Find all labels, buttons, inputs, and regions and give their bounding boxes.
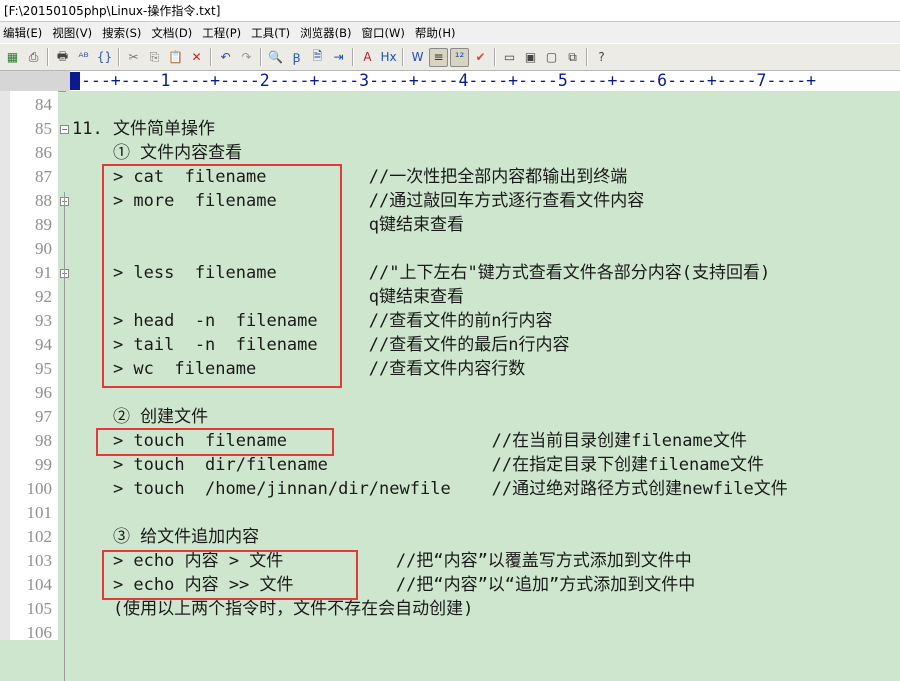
- line-number: 88: [35, 191, 52, 210]
- word-wrap-icon[interactable]: W: [408, 48, 427, 67]
- line-number: 101: [26, 503, 53, 522]
- toolbar-separator: [260, 48, 262, 66]
- window-title: [F:\20150105php\Linux-操作指令.txt]: [0, 0, 900, 22]
- print-icon[interactable]: ⎙: [24, 48, 43, 67]
- line-number: 100: [26, 479, 53, 498]
- cut-icon[interactable]: ✂: [124, 48, 143, 67]
- code-line: (使用以上两个指令时，文件不存在会自动创建): [72, 599, 474, 619]
- toolbar-separator: [47, 48, 49, 66]
- goto-icon[interactable]: ⇥: [329, 48, 348, 67]
- replace-icon[interactable]: Ꞵ: [287, 48, 306, 67]
- font-icon[interactable]: A: [358, 48, 377, 67]
- paste-icon[interactable]: 📋: [166, 48, 185, 67]
- line-number: 95: [35, 359, 52, 378]
- line-number: 84: [35, 95, 52, 114]
- line-number: 87: [35, 167, 52, 186]
- line-number: 106: [26, 623, 53, 642]
- line-number: 94: [35, 335, 52, 354]
- find-in-files-icon[interactable]: 🗎: [308, 48, 327, 67]
- print-preview-icon[interactable]: 🖶: [53, 48, 72, 67]
- line-number: 105: [26, 599, 53, 618]
- toolbar-separator: [402, 48, 404, 66]
- view-icon[interactable]: ▭: [500, 48, 519, 67]
- column-ruler: ---+----1----+----2----+----3----+----4-…: [0, 71, 900, 92]
- cascade-icon[interactable]: ▢: [542, 48, 561, 67]
- menu-item[interactable]: 浏览器(B): [297, 25, 358, 41]
- new-file-icon[interactable]: ▦: [3, 48, 22, 67]
- spell-check-icon[interactable]: ᴬᴮ: [74, 48, 93, 67]
- toolbar-separator: [210, 48, 212, 66]
- ruler-marks: ---+----1----+----2----+----3----+----4-…: [81, 71, 817, 90]
- bracket-match-icon[interactable]: {}: [95, 48, 114, 67]
- find-icon[interactable]: 🔍: [266, 48, 285, 67]
- line-number: 97: [35, 407, 52, 426]
- help-pointer-icon[interactable]: ?: [592, 48, 611, 67]
- window-list-icon[interactable]: ⧉: [563, 48, 582, 67]
- redo-icon[interactable]: ↷: [237, 48, 256, 67]
- fold-guide: [64, 192, 65, 681]
- line-number: 103: [26, 551, 53, 570]
- line-number: 92: [35, 287, 52, 306]
- menu-item[interactable]: 文档(D): [148, 25, 199, 41]
- menu-item[interactable]: 帮助(H): [412, 25, 463, 41]
- menu-item[interactable]: 搜索(S): [99, 25, 148, 41]
- toolbar-separator: [494, 48, 496, 66]
- toolbar-separator: [118, 48, 120, 66]
- menu-item[interactable]: 工程(P): [199, 25, 248, 41]
- menu-bar: 编辑(E) 视图(V) 搜索(S) 文档(D) 工程(P) 工具(T) 浏览器(B) 窗口(W…: [0, 22, 900, 43]
- line-number: 90: [35, 239, 52, 258]
- line-number: 89: [35, 215, 52, 234]
- code-line: > touch /home/jinnan/dir/newfile //通过绝对路…: [72, 479, 788, 499]
- highlight-box: [96, 428, 334, 456]
- code-line: ② 创建文件: [72, 407, 209, 427]
- line-number: 86: [35, 143, 52, 162]
- menu-item[interactable]: 工具(T): [248, 25, 297, 41]
- line-number: 96: [35, 383, 52, 402]
- fold-toggle-icon[interactable]: −: [60, 125, 69, 134]
- menu-item[interactable]: 窗口(W): [359, 25, 412, 41]
- highlight-box: [102, 550, 358, 600]
- highlight-box: [102, 164, 342, 388]
- ruler-toggle-icon[interactable]: ¹²: [450, 47, 469, 67]
- line-number: 85: [35, 119, 52, 138]
- code-line: ③ 给文件追加内容: [72, 527, 260, 547]
- line-number: 102: [26, 527, 53, 546]
- hex-icon[interactable]: Hx: [379, 48, 398, 67]
- toolbar-separator: [586, 48, 588, 66]
- undo-icon[interactable]: ↶: [216, 48, 235, 67]
- delete-icon[interactable]: ✕: [187, 48, 206, 67]
- code-line: ① 文件内容查看: [72, 143, 243, 163]
- ruler-margin: [0, 71, 70, 91]
- toolbar-separator: [352, 48, 354, 66]
- check-icon[interactable]: ✔: [471, 48, 490, 67]
- line-number-icon[interactable]: ≡: [429, 47, 448, 67]
- line-number: 93: [35, 311, 52, 330]
- copy-icon[interactable]: ⎘: [145, 48, 164, 67]
- ruler-caret: [70, 72, 80, 90]
- line-number: 99: [35, 455, 52, 474]
- line-number-gutter[interactable]: 84 85 86 87 88 89 90 91 92 93 94 95 96 97 98 99 100 101 10…: [0, 91, 58, 642]
- tile-icon[interactable]: ▣: [521, 48, 540, 67]
- code-line: > touch dir/filename //在指定目录下创建filename文…: [72, 455, 764, 475]
- menu-item[interactable]: 编辑(E): [0, 25, 49, 41]
- menu-item[interactable]: 视图(V): [49, 25, 99, 41]
- code-line: 11. 文件简单操作: [72, 119, 215, 139]
- line-number: 104: [26, 575, 53, 594]
- toolbar: ▦ ⎙ 🖶 ᴬᴮ{} ✂ ⎘ 📋 ✕ ↶ ↷ 🔍 Ꞵ 🗎 ⇥ A Hx W ≡ ¹² ✔ ▭ ▣ ▢ ⧉?: [0, 43, 900, 71]
- line-number: 91: [35, 263, 52, 282]
- line-number: 98: [35, 431, 52, 450]
